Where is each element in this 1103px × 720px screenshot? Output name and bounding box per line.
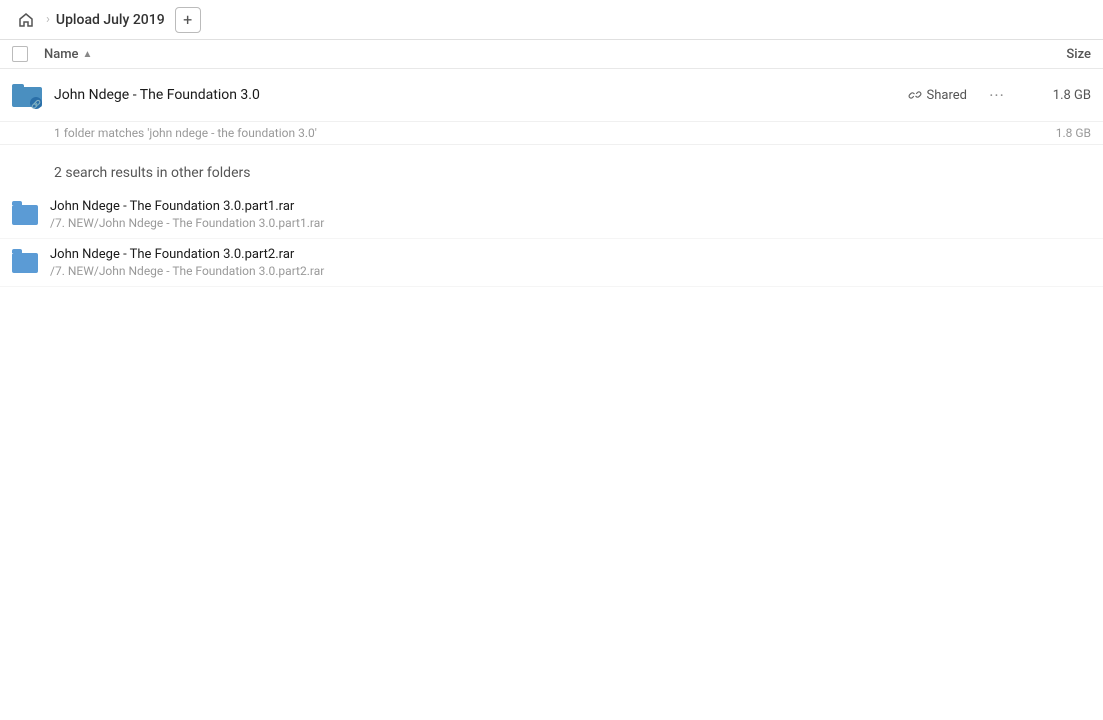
file-icon-2 [12,253,38,273]
main-result-name[interactable]: John Ndege - The Foundation 3.0 [54,87,908,103]
main-result-row[interactable]: 🔗 John Ndege - The Foundation 3.0 Shared… [0,69,1103,122]
other-results-header: 2 search results in other folders [0,145,1103,191]
header-checkbox[interactable] [12,46,36,62]
other-result-path-2: /7. NEW/John Ndege - The Foundation 3.0.… [50,264,1091,278]
breadcrumb-separator: › [46,12,50,27]
link-icon [908,88,922,102]
folder-match-size: 1.8 GB [1011,126,1091,140]
folder-link-icon: 🔗 [12,79,44,111]
other-result-row-2[interactable]: John Ndege - The Foundation 3.0.part2.ra… [0,239,1103,287]
other-result-path-1: /7. NEW/John Ndege - The Foundation 3.0.… [50,216,1091,230]
breadcrumb-title: Upload July 2019 [56,12,165,28]
add-button[interactable]: + [175,7,201,33]
svg-text:🔗: 🔗 [31,99,41,109]
other-result-row-1[interactable]: John Ndege - The Foundation 3.0.part1.ra… [0,191,1103,239]
top-bar: › Upload July 2019 + [0,0,1103,40]
more-options-button[interactable]: ··· [983,81,1011,109]
shared-label: Shared [927,88,967,103]
column-header: Name ▲ Size [0,40,1103,69]
sort-arrow-icon: ▲ [83,49,93,60]
folder-match-text: 1 folder matches 'john ndege - the found… [54,126,317,140]
home-button[interactable] [12,6,40,34]
shared-badge: Shared [908,88,967,103]
size-column-header[interactable]: Size [1011,47,1091,62]
folder-match-label: 1 folder matches 'john ndege - the found… [0,122,1103,145]
other-result-content-2: John Ndege - The Foundation 3.0.part2.ra… [50,247,1091,278]
file-icon-1 [12,205,38,225]
other-result-name-2: John Ndege - The Foundation 3.0.part2.ra… [50,247,1091,262]
other-result-content-1: John Ndege - The Foundation 3.0.part1.ra… [50,199,1091,230]
name-column-header[interactable]: Name ▲ [44,47,1011,62]
other-result-name-1: John Ndege - The Foundation 3.0.part1.ra… [50,199,1091,214]
main-result-size: 1.8 GB [1011,88,1091,103]
